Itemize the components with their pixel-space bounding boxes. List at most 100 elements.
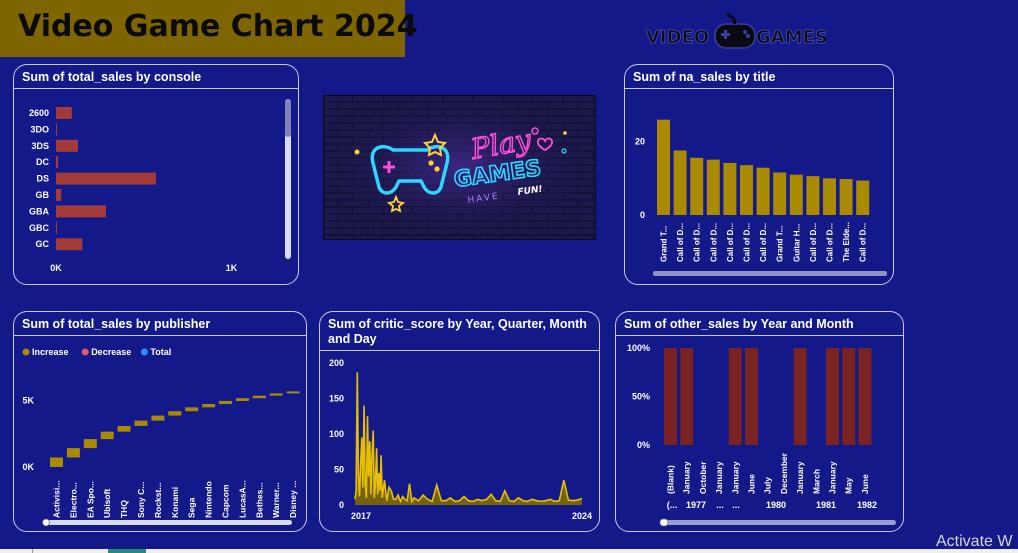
na-x-label: The Elde... (842, 222, 851, 262)
na-sales-bar-chart: 0 20 Grand T... Call of D... Call of D... Cal… (635, 119, 887, 276)
na-x-label: Grand T... (660, 226, 669, 262)
scrollbar-track (44, 520, 292, 525)
other-group-label: (... (667, 500, 678, 510)
other-x-label: January (714, 461, 724, 494)
console-bar (56, 205, 107, 218)
console-bar (56, 189, 62, 201)
publisher-x-label: Capcom (221, 484, 231, 518)
console-bar (56, 123, 57, 136)
title-banner: Video Game Chart 2024 (0, 0, 417, 57)
publisher-y-tick: 0K (22, 462, 34, 472)
page-tab[interactable] (108, 549, 146, 553)
bottom-strip (0, 549, 1018, 553)
critic-area (355, 372, 582, 505)
other-x-label: January (828, 461, 838, 494)
critic-score-panel[interactable]: Sum of critic_score by Year, Quarter, Mo… (319, 311, 600, 532)
other-bar (728, 348, 742, 445)
other-sales-panel[interactable]: Sum of other_sales by Year and Month 0% 5… (615, 311, 904, 532)
publisher-bar (252, 395, 266, 399)
na-x-label: Guitar H... (792, 224, 801, 262)
other-x-label: January (730, 461, 740, 494)
logo-text-right: GAMES (756, 27, 826, 48)
legend-label: Decrease (91, 347, 131, 357)
publisher-x-label: Activisi... (52, 481, 62, 518)
critic-y-tick: 50 (334, 465, 344, 475)
na-x-label: Call of D... (709, 223, 718, 262)
other-x-label: January (795, 461, 805, 494)
critic-line (354, 372, 583, 504)
video-games-logo: VIDEO GAMES (646, 12, 826, 49)
other-bar (680, 348, 694, 445)
neon-play-games-image: Play GAMES HAVE FUN! (323, 95, 596, 240)
na-x-label: Call of D... (676, 223, 685, 262)
na-x-label: Grand T... (776, 226, 785, 262)
na-bar (839, 179, 853, 215)
report-canvas: Video Game Chart 2024 VIDEO GAMES Sum of… (0, 0, 1018, 549)
publisher-bar (202, 404, 216, 408)
na-x-label: Call of D... (743, 223, 752, 262)
na-sales-panel[interactable]: Sum of na_sales by title 0 20 Grand T... Ca… (624, 64, 894, 285)
other-x-label: June (860, 474, 870, 494)
na-bar (673, 150, 687, 215)
na-bar (806, 176, 820, 215)
na-bar (657, 119, 670, 215)
na-y-tick: 0 (640, 210, 645, 220)
other-x-label: June (747, 474, 757, 494)
publisher-sales-panel[interactable]: Sum of total_sales by publisher Increase… (13, 311, 307, 532)
other-bar (842, 348, 856, 445)
other-x-label: July (763, 477, 773, 494)
other-group-label: ... (732, 500, 740, 510)
scrollbar-thumb (653, 271, 887, 276)
logo-text-left: VIDEO (646, 27, 709, 48)
scrollbar-handle (659, 518, 669, 527)
console-tick-label: 2600 (29, 108, 49, 118)
publisher-bar (151, 415, 165, 421)
other-bar (793, 348, 807, 445)
console-tick-label: GBA (29, 206, 50, 216)
console-tick-label: DS (36, 174, 49, 184)
console-sales-panel[interactable]: Sum of total_sales by console 2600 3DO 3DS… (13, 64, 299, 285)
publisher-x-label: Bethes... (254, 483, 264, 518)
na-bar (740, 165, 753, 215)
publisher-bar (219, 400, 232, 405)
publisher-bar (235, 398, 249, 401)
other-group-label: ... (716, 500, 724, 510)
legend-marker (22, 348, 30, 356)
console-tick-label: GB (36, 190, 50, 200)
legend-label: Increase (32, 347, 69, 357)
console-x-tick: 1K (226, 263, 238, 273)
report-title: Video Game Chart 2024 (18, 9, 418, 44)
publisher-x-label: Warner... (271, 482, 281, 518)
critic-y-tick: 100 (329, 429, 344, 439)
publisher-bar (117, 425, 131, 432)
publisher-bar (50, 457, 63, 467)
bottom-divider (32, 549, 33, 553)
na-x-label: Call of D... (809, 223, 818, 262)
publisher-bar (83, 439, 97, 449)
publisher-x-label: Sega (187, 497, 197, 518)
other-bar (826, 348, 839, 445)
console-bar-chart: 2600 3DO 3DS DC DS GB GBA GBC GC 0K 1K (29, 99, 291, 273)
critic-x-tick: 2024 (572, 511, 592, 521)
console-tick-label: GC (36, 239, 50, 249)
other-y-tick: 100% (627, 343, 650, 353)
na-x-label: Call of D... (726, 223, 735, 262)
console-bar (56, 238, 83, 251)
publisher-x-label: Ubisoft (102, 489, 112, 518)
critic-y-tick: 200 (329, 358, 344, 368)
other-x-label: March (811, 469, 821, 494)
console-bar (56, 139, 78, 152)
publisher-x-label: Rockst... (153, 483, 163, 518)
na-bar (773, 172, 787, 215)
publisher-bar (134, 420, 148, 426)
publisher-bar (66, 448, 80, 458)
gamepad-icon (714, 12, 756, 49)
publisher-waterfall-chart: Increase Decrease Total 0K 5K Activisi... Elec… (22, 347, 300, 527)
na-x-label: Call of D... (859, 223, 868, 262)
publisher-bar (100, 431, 114, 440)
other-x-label: May (844, 477, 854, 494)
publisher-bar (168, 411, 182, 416)
legend-label: Total (150, 347, 171, 357)
other-group-label: 1981 (816, 500, 836, 510)
na-bar (756, 167, 770, 215)
